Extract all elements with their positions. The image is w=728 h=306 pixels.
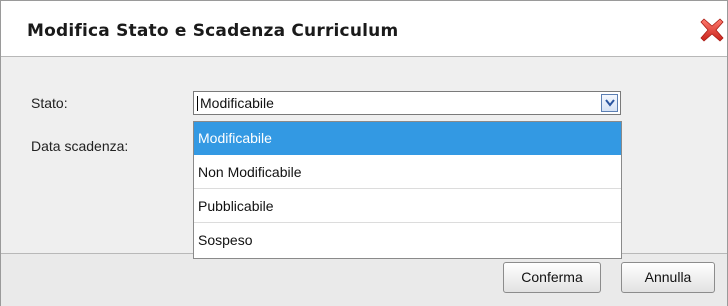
- dropdown-option-pubblicabile[interactable]: Pubblicabile: [194, 190, 621, 223]
- dropdown-option-modificabile[interactable]: Modificabile: [194, 122, 621, 155]
- dialog-title: Modifica Stato e Scadenza Curriculum: [27, 21, 399, 41]
- dropdown-option-sospeso[interactable]: Sospeso: [194, 224, 621, 257]
- dialog-window: Modifica Stato e Scadenza Curriculum Sta…: [0, 0, 728, 306]
- annulla-button[interactable]: Annulla: [621, 262, 715, 293]
- data-scadenza-label: Data scadenza:: [31, 138, 129, 154]
- text-caret: [197, 96, 198, 111]
- dropdown-option-non-modificabile[interactable]: Non Modificabile: [194, 156, 621, 189]
- stato-select-value: Modificabile: [200, 95, 274, 111]
- close-icon[interactable]: [699, 17, 725, 43]
- chevron-down-icon[interactable]: [601, 94, 618, 112]
- stato-dropdown-list: Modificabile Non Modificabile Pubblicabi…: [193, 121, 622, 259]
- stato-select[interactable]: Modificabile: [193, 91, 621, 115]
- conferma-button[interactable]: Conferma: [503, 262, 601, 293]
- stato-label: Stato:: [31, 95, 68, 111]
- dialog-footer: Conferma Annulla: [1, 253, 727, 306]
- dialog-titlebar: Modifica Stato e Scadenza Curriculum: [1, 1, 727, 57]
